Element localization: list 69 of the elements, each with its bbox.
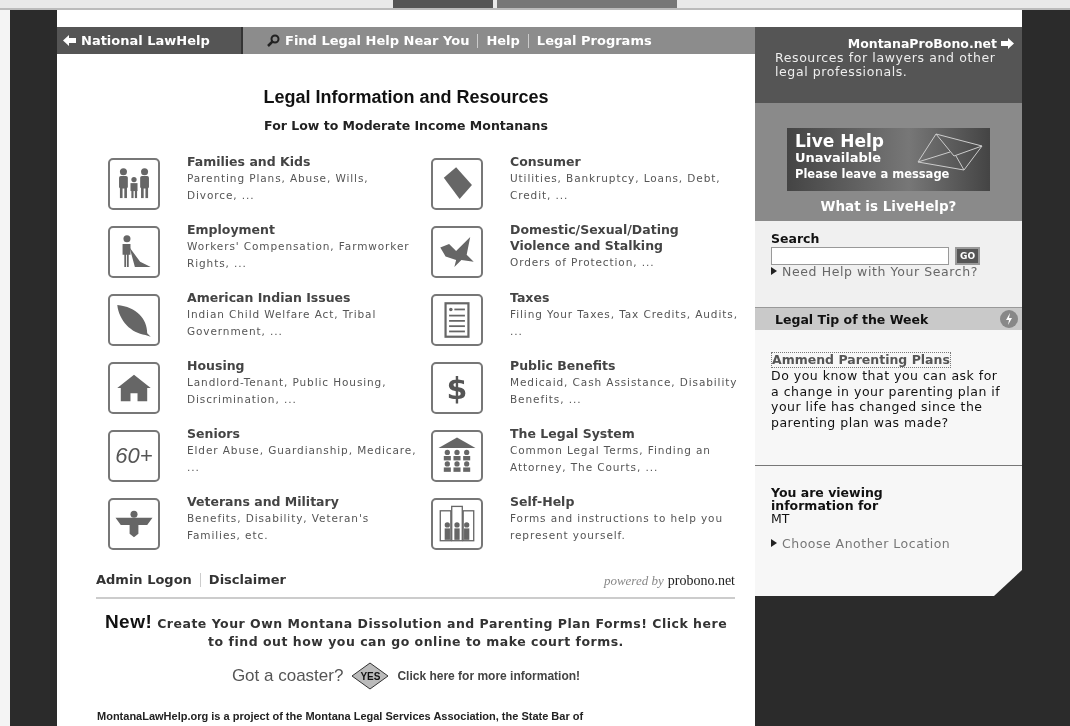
family-icon[interactable] [108,158,160,210]
triangle-icon [771,539,777,547]
category-description: Benefits, Disability, Veteran's Families, etc. [187,511,371,543]
category-title[interactable]: Veterans and Military [187,494,419,510]
document-icon[interactable] [431,294,483,346]
probono-description: Resources for lawyers and other legal professionals. [775,51,997,79]
project-note: MontanaLawHelp.org is a project of the Montana Legal Services Association, the State Bar of [97,710,585,722]
category-title[interactable]: Public Benefits [510,358,742,374]
tip-text: Do you know that you can ask for a change in your parenting plan if your life has changed since the parenting plan was made? [771,368,1002,430]
category-description: Workers' Compensation, Farmworker Rights, ... [187,239,411,271]
feather-icon[interactable] [108,294,160,346]
category-description: Forms and instructions to help you represent yourself. [510,511,724,543]
national-lawhelp-link[interactable]: National LawHelp [57,27,243,54]
category-title[interactable]: Consumer [510,154,742,170]
category-title[interactable]: Taxes [510,290,742,306]
search-label: Search [771,231,821,246]
category-title[interactable]: The Legal System [510,426,742,442]
category-title[interactable]: Self-Help [510,494,742,510]
yes-sign[interactable]: YES [351,662,390,690]
category-description: Medicaid, Cash Assistance, Disability Benefits, ... [510,375,739,407]
coaster-link[interactable]: Click here for more information! [397,669,581,683]
live-help-title: Live Help [795,132,885,150]
powered-by-label: powered by [603,573,664,588]
live-help-message: Please leave a message [795,166,951,183]
envelope-icon [914,132,984,172]
footer-link[interactable]: Admin Logon [96,572,192,587]
lightning-icon [1000,310,1018,328]
location-value: MT [771,512,791,526]
category-description: Common Legal Terms, Finding an Attorney, The Courts, ... [510,443,712,475]
category-title[interactable]: Families and Kids [187,154,419,170]
people-doors-icon[interactable] [431,498,483,550]
category-title[interactable]: Seniors [187,426,419,442]
coaster-question: Got a coaster? [231,666,344,686]
tip-heading: Legal Tip of the Week [775,311,929,327]
category-title[interactable]: Employment [187,222,419,238]
category-description: Utilities, Bankruptcy, Loans, Debt, Credit, ... [510,171,722,203]
category-description: Elder Abuse, Guardianship, Medicare, ... [187,443,418,475]
live-help-banner[interactable]: Live Help Unavailable Please leave a message [787,128,990,191]
page-subtitle: For Low to Moderate Income Montanans [263,118,549,133]
footer-link[interactable]: Disclaimer [208,572,286,587]
category-description: Indian Child Welfare Act, Tribal Government, ... [187,307,378,339]
triangle-icon [771,267,777,275]
search-help-link[interactable]: Need Help with Your Search? [782,264,979,279]
house-icon[interactable] [108,362,160,414]
courthouse-icon[interactable] [431,430,483,482]
choose-location-link[interactable]: Choose Another Location [782,536,951,551]
location-label: You are viewing information for [771,486,884,512]
live-help-status: Unavailable [795,150,882,166]
category-description: Filing Your Taxes, Tax Credits, Audits, ... [510,307,739,339]
promo-text[interactable]: New! Create Your Own Montana Dissolution and Parenting Plan Forms! Click here to find out how you can go online to make court forms. [97,611,735,650]
page-title: Legal Information and Resources [262,87,550,108]
category-title[interactable]: Domestic/Sexual/Dating Violence and Stalking [510,222,742,254]
worker-icon[interactable] [108,226,160,278]
category-title[interactable]: Housing [187,358,419,374]
icon-label: $ [446,370,468,406]
icon-label: 60+ [115,443,153,469]
category-description: Parenting Plans, Abuse, Wills, Divorce, ... [187,171,370,203]
probono-link[interactable]: probono.net [667,573,735,588]
category-title[interactable]: American Indian Issues [187,290,419,306]
eagle-insignia-icon[interactable] [108,498,160,550]
left-arrow-icon [63,35,76,46]
search-icon [267,34,280,47]
search-field[interactable] [771,247,949,265]
right-arrow-icon [1001,38,1014,49]
category-description: Orders of Protection, ... [510,255,656,270]
category-description: Landlord-Tenant, Public Housing, Discrimination, ... [187,375,388,407]
go-button[interactable]: GO [955,247,981,265]
probono-link[interactable]: MontanaProBono.net [847,36,997,51]
tip-link[interactable]: Ammend Parenting Plans [771,352,951,368]
